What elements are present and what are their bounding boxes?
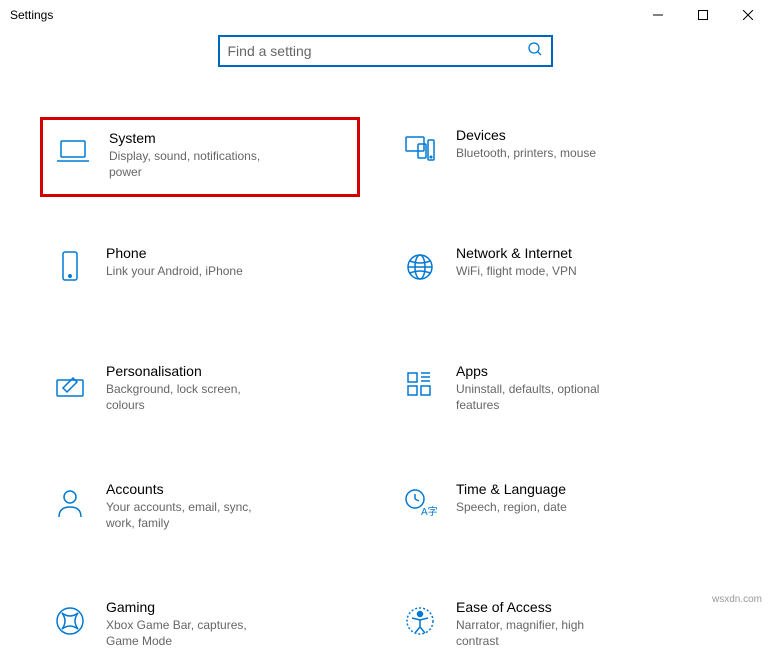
globe-icon xyxy=(402,249,438,285)
apps-icon xyxy=(402,367,438,403)
category-grid: System Display, sound, notifications, po… xyxy=(0,117,770,669)
svg-text:A字: A字 xyxy=(421,505,437,518)
titlebar: Settings xyxy=(0,0,770,30)
category-desc: Uninstall, defaults, optional features xyxy=(456,381,626,413)
category-network[interactable]: Network & Internet WiFi, flight mode, VP… xyxy=(390,235,710,315)
window-controls xyxy=(635,0,770,30)
category-devices[interactable]: Devices Bluetooth, printers, mouse xyxy=(390,117,710,197)
search-box[interactable] xyxy=(218,35,553,67)
category-desc: Background, lock screen, colours xyxy=(106,381,276,413)
minimize-button[interactable] xyxy=(635,0,680,30)
watermark: wsxdn.com xyxy=(712,594,762,605)
category-desc: Bluetooth, printers, mouse xyxy=(456,145,596,161)
category-title: Phone xyxy=(106,245,243,261)
category-desc: Narrator, magnifier, high contrast xyxy=(456,617,626,649)
category-time-language[interactable]: A字 Time & Language Speech, region, date xyxy=(390,471,710,551)
window-title: Settings xyxy=(10,8,53,22)
devices-icon xyxy=(402,131,438,167)
category-title: Accounts xyxy=(106,481,276,497)
category-title: Devices xyxy=(456,127,596,143)
close-button[interactable] xyxy=(725,0,770,30)
category-desc: WiFi, flight mode, VPN xyxy=(456,263,577,279)
category-personalisation[interactable]: Personalisation Background, lock screen,… xyxy=(40,353,360,433)
category-title: Time & Language xyxy=(456,481,567,497)
laptop-icon xyxy=(55,134,91,170)
category-desc: Display, sound, notifications, power xyxy=(109,148,279,180)
phone-icon xyxy=(52,249,88,285)
category-title: Apps xyxy=(456,363,626,379)
category-apps[interactable]: Apps Uninstall, defaults, optional featu… xyxy=(390,353,710,433)
content-area: System Display, sound, notifications, po… xyxy=(0,30,770,669)
category-title: System xyxy=(109,130,279,146)
category-title: Gaming xyxy=(106,599,276,615)
category-ease-of-access[interactable]: Ease of Access Narrator, magnifier, high… xyxy=(390,589,710,669)
category-accounts[interactable]: Accounts Your accounts, email, sync, wor… xyxy=(40,471,360,551)
category-title: Network & Internet xyxy=(456,245,577,261)
xbox-icon xyxy=(52,603,88,639)
category-desc: Xbox Game Bar, captures, Game Mode xyxy=(106,617,276,649)
search-icon xyxy=(527,41,543,62)
category-desc: Your accounts, email, sync, work, family xyxy=(106,499,276,531)
category-title: Personalisation xyxy=(106,363,276,379)
category-phone[interactable]: Phone Link your Android, iPhone xyxy=(40,235,360,315)
paintbrush-icon xyxy=(52,367,88,403)
category-system[interactable]: System Display, sound, notifications, po… xyxy=(40,117,360,197)
maximize-button[interactable] xyxy=(680,0,725,30)
accessibility-icon xyxy=(402,603,438,639)
category-desc: Speech, region, date xyxy=(456,499,567,515)
category-title: Ease of Access xyxy=(456,599,626,615)
search-input[interactable] xyxy=(228,43,527,59)
time-language-icon: A字 xyxy=(402,485,438,521)
category-desc: Link your Android, iPhone xyxy=(106,263,243,279)
category-gaming[interactable]: Gaming Xbox Game Bar, captures, Game Mod… xyxy=(40,589,360,669)
person-icon xyxy=(52,485,88,521)
